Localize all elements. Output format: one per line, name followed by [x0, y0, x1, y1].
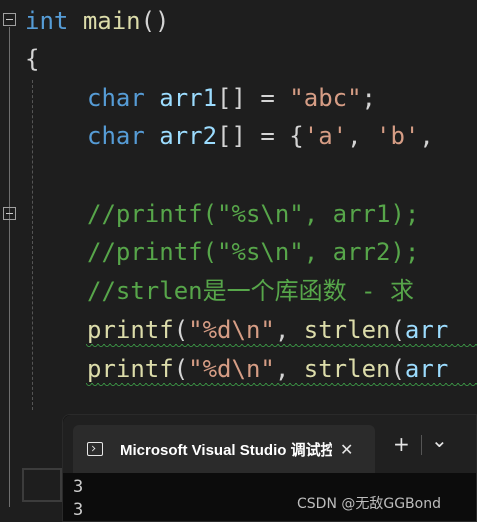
editor-selection-box	[22, 468, 62, 502]
fold-collapse-icon[interactable]	[3, 207, 16, 220]
char-literal: 'a'	[303, 122, 348, 150]
keyword: char	[87, 122, 145, 150]
warning-squiggle	[86, 344, 477, 348]
punctuation: ;	[361, 84, 376, 112]
punctuation: ,	[274, 316, 304, 344]
terminal-tab-bar: Microsoft Visual Studio 调试控 ✕ + ⌄	[63, 415, 476, 473]
toolbar-divider	[421, 435, 422, 455]
punctuation: (	[390, 316, 405, 344]
function-name: strlen	[303, 316, 391, 344]
code-line-2[interactable]: {	[25, 40, 39, 78]
punctuation: (	[390, 355, 405, 383]
watermark: CSDN @无敌GGBond	[297, 496, 441, 512]
fold-collapse-icon[interactable]	[3, 13, 16, 26]
keyword: char	[87, 84, 145, 112]
comment: //printf("%s\n", arr1);	[87, 200, 420, 228]
terminal-app-icon	[87, 442, 103, 456]
string-literal: "abc"	[289, 84, 362, 112]
punctuation: [] =	[217, 84, 290, 112]
char-literal: 'b'	[376, 122, 420, 150]
punctuation: [] = {	[217, 122, 304, 150]
fold-line	[9, 27, 10, 507]
punctuation: ()	[140, 7, 170, 35]
punctuation: (	[173, 355, 189, 383]
close-icon[interactable]: ✕	[340, 440, 353, 459]
punctuation: ,	[347, 122, 377, 150]
string-literal: "%d\n"	[188, 316, 275, 344]
function-name: printf	[87, 316, 174, 344]
punctuation: ,	[274, 355, 304, 383]
editor-gutter	[0, 0, 22, 522]
open-brace: {	[25, 45, 40, 73]
string-literal: "%d\n"	[188, 355, 275, 383]
variable-name: arr1	[159, 84, 218, 112]
plus-icon[interactable]: +	[393, 429, 410, 459]
variable-name: arr	[404, 316, 449, 344]
terminal-tab[interactable]: Microsoft Visual Studio 调试控 ✕	[73, 425, 375, 473]
terminal-output-line: 3	[73, 477, 84, 497]
terminal-tab-title: Microsoft Visual Studio 调试控	[120, 441, 332, 459]
code-line-7[interactable]: //printf("%s\n", arr2);	[87, 233, 419, 271]
function-name: strlen	[303, 355, 391, 383]
chevron-down-icon[interactable]: ⌄	[431, 425, 448, 455]
punctuation: ,	[419, 122, 434, 150]
terminal-output-line: 3	[73, 500, 84, 520]
function-name: main	[82, 7, 141, 35]
code-line-8[interactable]: //strlen是一个库函数 - 求	[87, 272, 414, 310]
variable-name: arr2	[159, 122, 218, 150]
code-line-4[interactable]: char arr2[] = {'a', 'b',	[87, 117, 434, 155]
function-name: printf	[87, 355, 174, 383]
comment: //printf("%s\n", arr2);	[87, 238, 420, 266]
warning-squiggle	[86, 383, 477, 387]
code-line-1[interactable]: int main()	[25, 2, 170, 40]
punctuation: (	[173, 316, 189, 344]
code-line-6[interactable]: //printf("%s\n", arr1);	[87, 195, 419, 233]
keyword: int	[25, 7, 69, 35]
code-line-3[interactable]: char arr1[] = "abc";	[87, 79, 376, 117]
comment: //strlen是一个库函数 - 求	[87, 277, 414, 305]
indent-guide	[32, 80, 33, 410]
variable-name: arr	[404, 355, 449, 383]
